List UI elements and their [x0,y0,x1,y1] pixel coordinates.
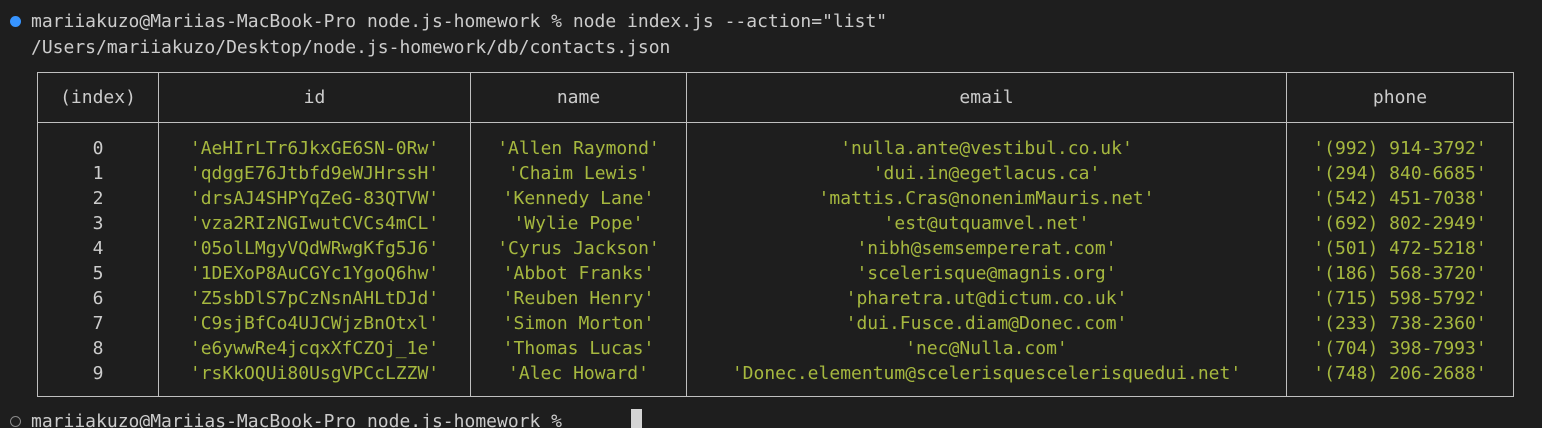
id-cell: 'Z5sbDlS7pCzNsnAHLtDJd' [189,288,440,309]
email-cell: 'nec@Nulla.com' [905,338,1068,359]
name-cell: 'Allen Raymond' [497,138,660,159]
email-cell: 'nulla.ante@vestibul.co.uk' [840,138,1133,159]
name-cell: 'Chaim Lewis' [508,163,649,184]
prompt-status-dot-icon[interactable] [10,416,21,427]
console-table: (index) id name email phone 0 1 2 3 4 5 6 7 8 9 '… [37,72,1514,397]
id-cell: 'AeHIrLTr6JkxGE6SN-0Rw' [189,138,440,159]
header-id: id [303,87,326,108]
email-cell: 'est@utquamvel.net' [883,213,1090,234]
header-divider [38,122,1513,123]
id-cell: 'C9sjBfCo4UJCWjzBnOtxl' [189,313,440,334]
name-cell: 'Kennedy Lane' [502,188,655,209]
phone-cell: '(186) 568-3720' [1313,263,1487,284]
name-cell: 'Reuben Henry' [502,288,655,309]
command-success-dot-icon[interactable] [10,16,21,27]
name-cell: 'Thomas Lucas' [502,338,655,359]
email-cell: 'Donec.elementum@scelerisquescelerisqued… [731,363,1242,384]
index-cell: 9 [92,363,104,384]
index-cell: 3 [92,213,104,234]
phone-cell: '(692) 802-2949' [1313,213,1487,234]
index-cell: 5 [92,263,104,284]
index-cell: 0 [92,138,104,159]
phone-cell: '(233) 738-2360' [1313,313,1487,334]
email-cell: 'scelerisque@magnis.org' [856,263,1117,284]
id-cell: 'qdggE76Jtbfd9eWJHrssH' [189,163,440,184]
id-cell: 'drsAJ4SHPYqZeG-83QTVW' [189,188,440,209]
id-cell: 'rsKkOQUi80UsgVPCcLZZW' [189,363,440,384]
phone-cell: '(501) 472-5218' [1313,238,1487,259]
index-cell: 4 [92,238,104,259]
email-cell: 'dui.in@egetlacus.ca' [872,163,1101,184]
header-phone: phone [1372,87,1428,108]
name-cell: 'Abbot Franks' [502,263,655,284]
email-cell: 'pharetra.ut@dictum.co.uk' [845,288,1128,309]
id-cell: '05olLMgyVQdWRwgKfg5J6' [189,238,440,259]
phone-cell: '(294) 840-6685' [1313,163,1487,184]
phone-cell: '(992) 914-3792' [1313,138,1487,159]
id-cell: '1DEXoP8AuCGYc1YgoQ6hw' [189,263,440,284]
index-cell: 2 [92,188,104,209]
name-cell: 'Simon Morton' [502,313,655,334]
name-cell: 'Alec Howard' [508,363,649,384]
phone-column: '(992) 914-3792' '(294) 840-6685' '(542) 4… [1287,136,1513,386]
id-column: 'AeHIrLTr6JkxGE6SN-0Rw' 'qdggE76Jtbfd9eWJ… [159,136,470,386]
command-line: mariiakuzo@Mariias-MacBook-Pro node.js-h… [31,11,888,32]
header-email: email [959,87,1014,108]
current-prompt: mariiakuzo@Mariias-MacBook-Pro node.js-h… [31,411,573,428]
name-cell: 'Cyrus Jackson' [497,238,660,259]
output-file-path: /Users/mariiakuzo/Desktop/node.js-homewo… [31,37,671,58]
id-cell: 'e6ywwRe4jcqxXfCZOj_1e' [189,338,440,359]
email-cell: 'nibh@semsempererat.com' [856,238,1117,259]
name-cell: 'Wylie Pope' [513,213,644,234]
email-cell: 'mattis.Cras@nonenimMauris.net' [818,188,1155,209]
name-column: 'Allen Raymond' 'Chaim Lewis' 'Kennedy Lan… [471,136,686,386]
index-cell: 1 [92,163,104,184]
phone-cell: '(542) 451-7038' [1313,188,1487,209]
header-name: name [556,87,601,108]
index-column: 0 1 2 3 4 5 6 7 8 9 [38,136,158,386]
id-cell: 'vza2RIzNGIwutCVCs4mCL' [189,213,440,234]
terminal-cursor[interactable] [631,409,642,428]
email-cell: 'dui.Fusce.diam@Donec.com' [845,313,1128,334]
header-index: (index) [60,87,136,108]
index-cell: 8 [92,338,104,359]
phone-cell: '(748) 206-2688' [1313,363,1487,384]
email-column: 'nulla.ante@vestibul.co.uk' 'dui.in@egetl… [687,136,1286,386]
index-cell: 7 [92,313,104,334]
phone-cell: '(704) 398-7993' [1313,338,1487,359]
phone-cell: '(715) 598-5792' [1313,288,1487,309]
index-cell: 6 [92,288,104,309]
